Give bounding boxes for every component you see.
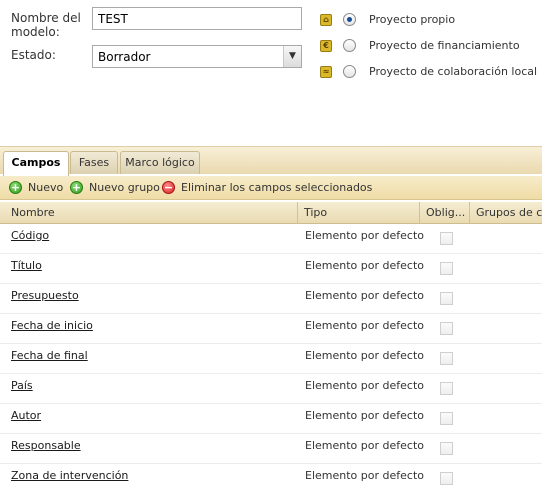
nuevo-grupo-button[interactable]: + Nuevo grupo <box>70 181 160 195</box>
table-row[interactable]: Responsable Elemento por defecto <box>0 434 542 464</box>
field-type: Elemento por defecto <box>305 319 424 332</box>
obligatorio-checkbox[interactable] <box>440 412 453 425</box>
project-type-label: Proyecto de colaboración local <box>369 65 538 78</box>
table-row[interactable]: Presupuesto Elemento por defecto <box>0 284 542 314</box>
table-row[interactable]: Fecha de final Elemento por defecto <box>0 344 542 374</box>
model-name-input[interactable] <box>92 7 302 30</box>
obligatorio-checkbox[interactable] <box>440 382 453 395</box>
table-header: Nombre Tipo Oblig... Grupos de co <box>0 202 542 224</box>
project-type-colaboracion[interactable]: ≈ Proyecto de colaboración local <box>320 64 540 82</box>
radio-proyecto-propio[interactable] <box>343 13 356 26</box>
obligatorio-checkbox[interactable] <box>440 262 453 275</box>
radio-proyecto-colaboracion[interactable] <box>343 65 356 78</box>
column-header-nombre[interactable]: Nombre <box>6 202 298 224</box>
toolbar: + Nuevo + Nuevo grupo − Eliminar los cam… <box>0 176 542 200</box>
field-name-link[interactable]: Presupuesto <box>11 289 79 302</box>
table-row[interactable]: País Elemento por defecto <box>0 374 542 404</box>
field-name-link[interactable]: Fecha de inicio <box>11 319 93 332</box>
field-type: Elemento por defecto <box>305 409 424 422</box>
obligatorio-checkbox[interactable] <box>440 322 453 335</box>
nuevo-grupo-label: Nuevo grupo <box>89 181 160 194</box>
project-type-propio[interactable]: ⌂ Proyecto propio <box>320 12 540 30</box>
chevron-down-icon[interactable]: ▼ <box>283 46 301 67</box>
column-header-grupos[interactable]: Grupos de co <box>470 202 542 224</box>
column-header-tipo[interactable]: Tipo <box>298 202 420 224</box>
project-type-label: Proyecto propio <box>369 13 456 26</box>
handshake-icon: ≈ <box>320 66 332 78</box>
field-type: Elemento por defecto <box>305 349 424 362</box>
eliminar-label: Eliminar los campos seleccionados <box>181 181 373 194</box>
table-row[interactable]: Zona de intervención Elemento por defect… <box>0 464 542 488</box>
eliminar-campos-button[interactable]: − Eliminar los campos seleccionados <box>162 181 372 195</box>
euro-icon: € <box>320 40 332 52</box>
tab-bar: Campos Fases Marco lógico <box>0 146 542 176</box>
model-form: Nombre del modelo: Estado: Borrador ▼ ⌂ … <box>0 0 542 140</box>
table-row[interactable]: Fecha de inicio Elemento por defecto <box>0 314 542 344</box>
table-body: Código Elemento por defecto Título Eleme… <box>0 224 542 488</box>
tab-fases[interactable]: Fases <box>70 151 118 174</box>
add-icon: + <box>9 181 22 194</box>
obligatorio-checkbox[interactable] <box>440 352 453 365</box>
nuevo-button[interactable]: + Nuevo <box>9 181 64 195</box>
field-type: Elemento por defecto <box>305 469 424 482</box>
radio-proyecto-financiamiento[interactable] <box>343 39 356 52</box>
field-name-link[interactable]: Código <box>11 229 49 242</box>
house-icon: ⌂ <box>320 14 332 26</box>
field-name-link[interactable]: Responsable <box>11 439 81 452</box>
column-header-obligatorio[interactable]: Oblig... <box>420 202 470 224</box>
field-type: Elemento por defecto <box>305 379 424 392</box>
field-name-link[interactable]: Autor <box>11 409 41 422</box>
obligatorio-checkbox[interactable] <box>440 442 453 455</box>
fields-panel: Campos Fases Marco lógico + Nuevo + Nuev… <box>0 146 542 488</box>
remove-icon: − <box>162 181 175 194</box>
field-type: Elemento por defecto <box>305 259 424 272</box>
project-type-label: Proyecto de financiamiento <box>369 39 520 52</box>
table-row[interactable]: Título Elemento por defecto <box>0 254 542 284</box>
obligatorio-checkbox[interactable] <box>440 472 453 485</box>
field-name-link[interactable]: Zona de intervención <box>11 469 128 482</box>
model-name-label: Nombre del modelo: <box>11 11 81 39</box>
obligatorio-checkbox[interactable] <box>440 292 453 305</box>
field-name-link[interactable]: Fecha de final <box>11 349 88 362</box>
table-row[interactable]: Código Elemento por defecto <box>0 224 542 254</box>
obligatorio-checkbox[interactable] <box>440 232 453 245</box>
nuevo-label: Nuevo <box>28 181 64 194</box>
field-type: Elemento por defecto <box>305 229 424 242</box>
field-type: Elemento por defecto <box>305 439 424 452</box>
add-icon: + <box>70 181 83 194</box>
estado-label: Estado: <box>11 48 56 62</box>
tab-campos[interactable]: Campos <box>3 151 69 176</box>
estado-selected-value: Borrador <box>98 50 151 64</box>
estado-select[interactable]: Borrador ▼ <box>92 45 302 68</box>
field-name-link[interactable]: País <box>11 379 33 392</box>
project-type-financiamiento[interactable]: € Proyecto de financiamiento <box>320 38 540 56</box>
field-name-link[interactable]: Título <box>11 259 42 272</box>
field-type: Elemento por defecto <box>305 289 424 302</box>
table-row[interactable]: Autor Elemento por defecto <box>0 404 542 434</box>
tab-marco-logico[interactable]: Marco lógico <box>120 151 200 174</box>
